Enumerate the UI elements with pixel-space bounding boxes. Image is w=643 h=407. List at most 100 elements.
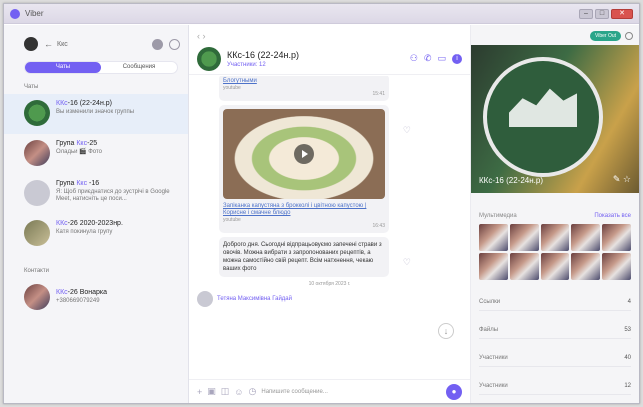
chats-section-label: Чаты [24,84,39,90]
my-avatar[interactable] [24,37,38,51]
group-avatar [24,220,50,246]
media-thumbnail[interactable] [602,253,631,280]
settings-icon[interactable] [625,32,633,40]
video-thumbnail[interactable] [223,109,385,199]
video-call-icon[interactable]: ▭ [437,53,446,64]
sticker-icon[interactable]: ☺ [234,387,243,397]
stat-value: 40 [624,354,631,361]
chat-title-rest: -16 [87,180,100,187]
group-avatar [24,180,50,206]
media-thumbnail[interactable] [602,224,631,251]
stat-row-members[interactable]: Участники 12 [479,377,631,395]
contact-avatar [24,284,50,310]
timer-icon[interactable]: ◷ [249,386,257,397]
author-avatar[interactable] [197,291,213,307]
media-label: Мультимедиа [479,213,517,219]
gif-icon[interactable]: ◫ [221,386,230,397]
group-avatar [24,100,50,126]
media-thumbnail[interactable] [540,253,570,280]
stat-row-files[interactable]: Файлы 53 [479,321,631,339]
stat-value: 4 [627,298,631,305]
date-separator: 10 октября 2023 г. [308,281,351,287]
chat-title-rest: -16 (22-24н.р) [67,100,112,107]
media-thumbnail[interactable] [571,253,601,280]
chat-title-rest: -25 [87,140,98,147]
chat-title-highlight: ККс [56,100,68,107]
media-thumbnail[interactable] [509,224,539,251]
image-icon[interactable]: ▣ [207,386,216,397]
chat-list-item[interactable]: ККс-16 (22-24н.р) Вы изменили значок гру… [4,94,188,134]
heart-reaction-icon[interactable]: ♡ [403,257,411,268]
tab-messages[interactable]: Сообщения [101,62,177,73]
close-button[interactable]: ✕ [611,8,633,19]
chat-preview: Я: Щоб приєднатися до зустрічі в Google … [56,189,170,202]
info-icon[interactable]: i [452,53,462,64]
maximize-button[interactable]: □ [595,8,609,19]
media-thumbnail[interactable] [479,224,508,251]
show-all-link[interactable]: Показать все [594,213,631,219]
stat-value: 53 [624,326,631,333]
compose-icon[interactable] [169,38,180,50]
call-icon[interactable]: ✆ [424,53,432,64]
star-icon[interactable]: ☆ [623,174,631,184]
stat-label: Ссылки [479,298,501,305]
message-bubble: Доброго дня. Сьогодні відпрацьовуємо зап… [219,237,411,277]
contact-name-rest: -26 Вонарка [67,289,108,296]
participants-count[interactable]: Участники: 12 [227,62,299,68]
search-query: Ккс [57,40,68,48]
chat-list-item[interactable]: ККс-26 2020-2023нр. Катя покинула групу [4,214,188,254]
window-title: Viber [25,9,44,18]
search-input[interactable]: ← Ккс [44,37,146,51]
scroll-down-button[interactable]: ↓ [438,323,454,339]
edit-icon[interactable]: ✎ [613,174,621,184]
contact-item[interactable]: ККс-26 Вонарка +380669079249 [4,278,188,316]
chat-header: ‹ › ККс-16 (22-24н.р) Участники: 12 ⚇ ✆ … [189,25,470,75]
chat-title-prefix: Група [56,140,77,147]
microphone-button[interactable]: ● [446,383,462,400]
stat-label: Участники [479,382,508,389]
clear-search-icon[interactable] [152,38,163,50]
group-emblem [483,57,603,177]
minimize-button[interactable]: – [579,8,593,19]
chat-list-item[interactable]: Група Ккс -16 Я: Щоб приєднатися до зуст… [4,174,188,214]
message-time: 16:43 [372,223,385,229]
nav-arrows-icon[interactable]: ‹ › [197,31,206,41]
heart-reaction-icon[interactable]: ♡ [403,125,411,136]
chat-list-item[interactable]: Група Ккс-25 Оладьи 🎬 Фото [4,134,188,174]
stat-label: Файлы [479,326,499,333]
media-thumbnail[interactable] [571,224,601,251]
message-bubble: Запіканка капустяна з брокколі і цвітною… [219,105,411,233]
stat-row-participants[interactable]: Участники 40 [479,349,631,367]
message-link[interactable]: Блогутными [223,78,385,85]
stat-row-links[interactable]: Ссылки 4 [479,293,631,311]
group-info-panel: Viber Out ККс-16 (22-24н.р) ✎ ☆ Мультиме… [471,25,639,403]
back-arrow-icon[interactable]: ← [44,39,53,49]
group-avatar [24,140,50,166]
play-icon[interactable] [294,144,314,164]
tab-chats[interactable]: Чаты [25,62,101,73]
viber-window: Viber – □ ✕ ← Ккс Чаты Сообщения Чаты КК… [3,3,640,404]
message-author[interactable]: Тетяна Максимівна Гайдай [217,296,292,303]
group-cover-image: ККс-16 (22-24н.р) ✎ ☆ [471,45,639,193]
message-list: Блогутными youtube 15:41 Запіканка капус… [189,76,470,379]
message-row: Тетяна Максимівна Гайдай [197,291,462,307]
message-composer: + ▣ ◫ ☺ ◷ Напишите сообщение... ● [189,379,470,403]
viber-logo-icon [10,8,20,19]
chat-title-highlight: Ккс [76,140,88,147]
message-time: 15:41 [372,91,385,97]
chat-avatar[interactable] [197,46,221,71]
contact-name-highlight: ККс [56,289,68,296]
chat-preview: Вы изменили значок группы [56,109,135,115]
contacts-section-label: Контакти [24,268,49,274]
title-bar: Viber – □ ✕ [4,4,639,24]
media-thumbnail[interactable] [479,253,508,280]
media-thumbnail[interactable] [540,224,570,251]
attach-plus-icon[interactable]: + [197,387,202,397]
chat-title[interactable]: ККс-16 (22-24н.р) [227,50,299,60]
contact-phone: +380669079249 [56,298,100,304]
viber-out-button[interactable]: Viber Out [589,31,621,41]
add-participant-icon[interactable]: ⚇ [410,53,418,64]
media-thumbnail[interactable] [509,253,539,280]
message-input[interactable]: Напишите сообщение... [261,389,441,395]
message-link[interactable]: Запіканка капустяна з брокколі і цвітною… [223,203,385,217]
